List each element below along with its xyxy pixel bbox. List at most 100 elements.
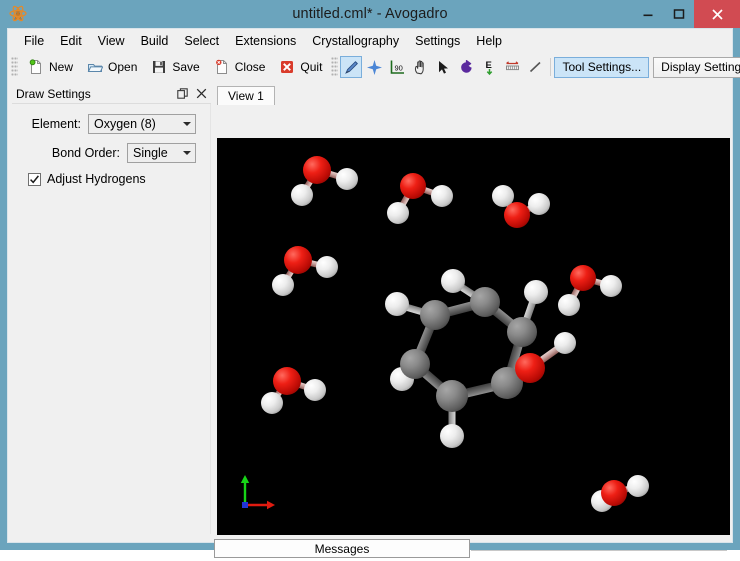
menu-file[interactable]: File	[16, 31, 52, 51]
atom-h[interactable]	[304, 379, 326, 401]
maximize-icon	[673, 9, 684, 19]
undock-button[interactable]	[175, 86, 189, 100]
new-document-icon	[26, 57, 46, 77]
atom-h[interactable]	[336, 168, 358, 190]
quit-button[interactable]: Quit	[271, 56, 328, 78]
atom-h[interactable]	[316, 256, 338, 278]
atom-c[interactable]	[507, 317, 537, 347]
window-title: untitled.cml* - Avogadro	[292, 6, 448, 22]
atom-h[interactable]	[600, 275, 622, 297]
bond-order-row: Bond Order: Single	[12, 143, 210, 163]
close-document-button-label: Close	[234, 60, 266, 74]
draw-settings-body: Element: Oxygen (8) Bond Order: Single A…	[12, 104, 211, 534]
atom-o[interactable]	[284, 246, 312, 274]
atom-o[interactable]	[303, 156, 331, 184]
new-button[interactable]: New	[20, 56, 79, 78]
atom-h[interactable]	[528, 193, 550, 215]
menu-select[interactable]: Select	[176, 31, 227, 51]
close-button[interactable]	[694, 0, 740, 28]
arrow-cursor-icon	[433, 57, 453, 77]
navigate-tool-button[interactable]	[363, 56, 385, 78]
adjust-hydrogens-checkbox[interactable]	[28, 172, 41, 186]
atom-h[interactable]	[627, 475, 649, 497]
atom-h[interactable]	[261, 392, 283, 414]
adjust-hydrogens-label: Adjust Hydrogens	[47, 172, 146, 186]
main-toolbar: New Open Save Close Quit 90 E Tool Setti…	[8, 53, 740, 81]
svg-text:90: 90	[394, 63, 402, 72]
manipulate-tool-button[interactable]	[409, 56, 431, 78]
close-document-button[interactable]: Close	[206, 56, 272, 78]
bond-tool-button[interactable]	[524, 56, 546, 78]
atom-o[interactable]	[515, 353, 545, 383]
atom-o[interactable]	[273, 367, 301, 395]
atom-h[interactable]	[385, 292, 409, 316]
menu-view[interactable]: View	[90, 31, 133, 51]
save-button[interactable]: Save	[143, 56, 205, 78]
diagonal-line-icon	[525, 57, 545, 77]
application-window: untitled.cml* - Avogadro File Edit View …	[0, 0, 740, 558]
draw-settings-buttons	[175, 86, 208, 100]
atom-h[interactable]	[441, 269, 465, 293]
element-row: Element: Oxygen (8)	[12, 114, 210, 134]
axis-indicator	[237, 467, 283, 513]
adjust-hydrogens-row: Adjust Hydrogens	[12, 172, 210, 186]
panel-close-button[interactable]	[194, 86, 208, 100]
floppy-disk-icon	[149, 57, 169, 77]
draw-settings-title: Draw Settings	[16, 86, 91, 101]
toolbar-grip-file[interactable]	[11, 57, 18, 77]
atom-h[interactable]	[554, 332, 576, 354]
messages-tab[interactable]: Messages	[214, 539, 470, 558]
angle-90-icon: 90	[387, 57, 407, 77]
atom-o[interactable]	[400, 173, 426, 199]
element-value: Oxygen (8)	[94, 117, 156, 131]
minimize-button[interactable]	[632, 0, 663, 28]
atom-o[interactable]	[601, 480, 627, 506]
atom-h[interactable]	[431, 185, 453, 207]
energy-e-icon: E	[479, 57, 499, 77]
align-tool-button[interactable]	[501, 56, 523, 78]
atom-c[interactable]	[420, 300, 450, 330]
atom-h[interactable]	[387, 202, 409, 224]
select-tool-button[interactable]	[432, 56, 454, 78]
svg-text:E: E	[485, 60, 491, 71]
element-combobox[interactable]: Oxygen (8)	[88, 114, 196, 134]
tool-settings-button[interactable]: Tool Settings...	[554, 56, 650, 78]
bond-centric-tool-button[interactable]	[455, 56, 477, 78]
menu-settings[interactable]: Settings	[407, 31, 468, 51]
undock-icon	[176, 87, 188, 99]
atom-o[interactable]	[570, 265, 596, 291]
draw-tool-button[interactable]	[340, 56, 363, 78]
atom-c[interactable]	[436, 380, 468, 412]
atom-h[interactable]	[558, 294, 580, 316]
measure-tool-button[interactable]: 90	[386, 56, 408, 78]
atom-c[interactable]	[470, 287, 500, 317]
menu-crystallography[interactable]: Crystallography	[304, 31, 407, 51]
menu-build[interactable]: Build	[133, 31, 177, 51]
auto-optimize-tool-button[interactable]: E	[478, 56, 500, 78]
open-button[interactable]: Open	[79, 56, 143, 78]
rotate-arrow-icon	[456, 57, 476, 77]
atom-o[interactable]	[504, 202, 530, 228]
menu-help[interactable]: Help	[468, 31, 510, 51]
quit-button-label: Quit	[300, 60, 323, 74]
bond-order-combobox[interactable]: Single	[127, 143, 196, 163]
chevron-down-icon	[183, 122, 191, 126]
atom-h[interactable]	[440, 424, 464, 448]
toolbar-grip-tools[interactable]	[331, 57, 339, 77]
atom-h[interactable]	[291, 184, 313, 206]
atom-h[interactable]	[524, 280, 548, 304]
close-document-icon	[212, 57, 232, 77]
open-button-label: Open	[108, 60, 138, 74]
display-settings-button[interactable]: Display Settings...	[653, 56, 740, 78]
molecule-render-canvas[interactable]	[217, 138, 730, 535]
maximize-button[interactable]	[663, 0, 694, 28]
title-bar: untitled.cml* - Avogadro	[0, 0, 740, 28]
menu-edit[interactable]: Edit	[52, 31, 90, 51]
minimize-icon	[643, 14, 652, 17]
messages-divider	[471, 550, 727, 551]
tab-view-1[interactable]: View 1	[217, 86, 275, 105]
atom-c[interactable]	[400, 349, 430, 379]
menu-extensions[interactable]: Extensions	[227, 31, 304, 51]
chevron-down-icon	[183, 151, 191, 155]
atom-h[interactable]	[272, 274, 294, 296]
